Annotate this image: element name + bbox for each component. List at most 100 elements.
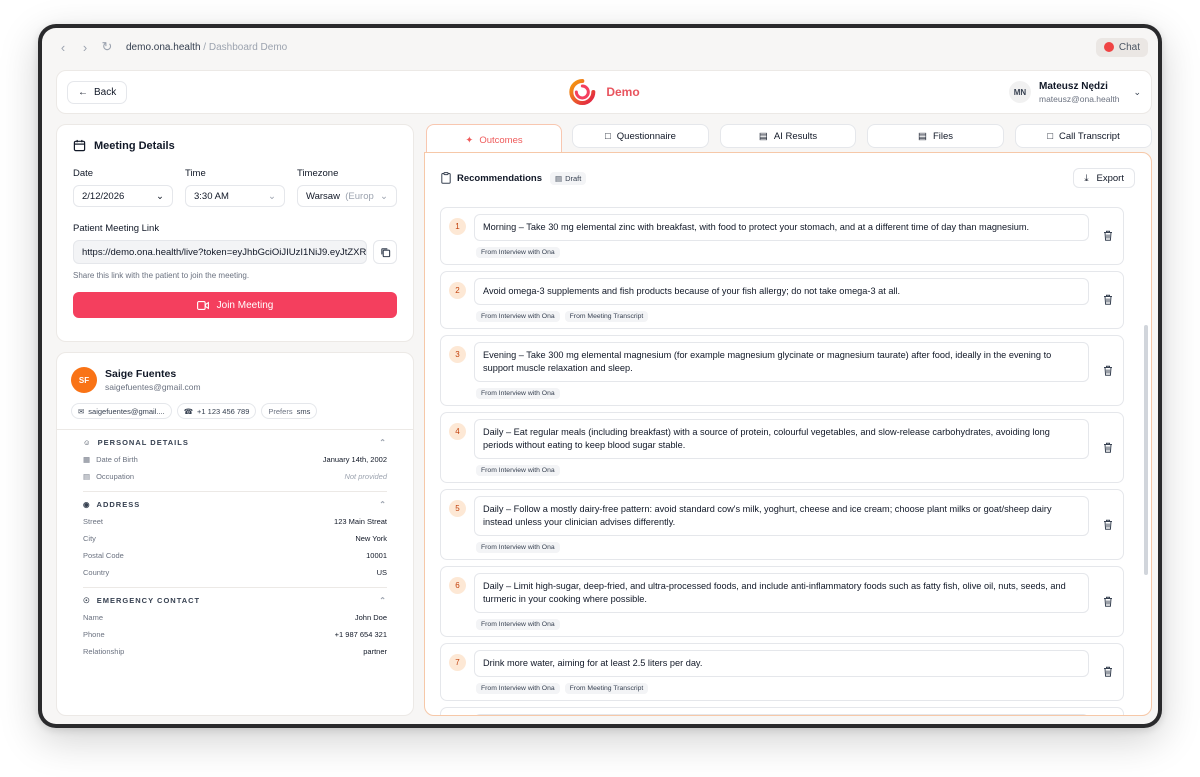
link-hint: Share this link with the patient to join… <box>73 271 250 280</box>
occupation-label: Occupation <box>96 472 135 481</box>
email-chip[interactable]: ✉ saigefuentes@gmail.... <box>71 403 172 419</box>
recommendation-text[interactable]: Avoid omega-3 supplements and fish produ… <box>474 278 1089 305</box>
time-select[interactable]: 3:30 AM ⌄ <box>185 185 285 207</box>
dob-value: January 14th, 2002 <box>322 455 387 464</box>
join-meeting-button[interactable]: Join Meeting <box>73 292 397 318</box>
trash-icon[interactable] <box>1103 294 1113 305</box>
draft-label: Draft <box>565 173 582 183</box>
draft-badge: ▤ Draft <box>550 171 587 185</box>
chevron-down-icon: ⌄ <box>268 190 276 202</box>
user-email: mateusz@ona.health <box>1038 93 1120 104</box>
street-label: Street <box>83 517 104 526</box>
postal-label: Postal Code <box>83 551 124 560</box>
chevron-down-icon: ⌄ <box>156 190 164 202</box>
back-label: Back <box>94 86 117 98</box>
sparkles-icon: ✦ <box>465 134 474 146</box>
recommendation-text[interactable]: Morning – Take 30 mg elemental zinc with… <box>474 214 1089 241</box>
calendar-icon: ▦ <box>83 455 91 464</box>
user-name: Mateusz Nędzi <box>1038 80 1108 92</box>
trash-icon[interactable] <box>1103 442 1113 453</box>
recommendation-item: 1 Morning – Take 30 mg elemental zinc wit… <box>440 207 1124 265</box>
meeting-link-input[interactable]: https://demo.ona.health/live?token=eyJhb… <box>73 240 367 264</box>
date-value: 2/12/2026 <box>82 190 125 202</box>
street-value: 123 Main Streat <box>334 517 387 526</box>
export-button[interactable]: ⤓ Export <box>1073 168 1135 188</box>
source-badge: From Meeting Transcript <box>564 683 649 694</box>
copy-link-button[interactable] <box>373 240 397 264</box>
address-bar[interactable]: demo.ona.health / Dashboard Demo <box>126 42 287 53</box>
recommendation-number: 5 <box>449 500 466 517</box>
meeting-title-text: Meeting Details <box>94 139 175 152</box>
user-icon: ☺ <box>83 438 92 447</box>
emergency-header[interactable]: ☉ EMERGENCY CONTACT ⌃ <box>83 596 387 605</box>
trash-icon[interactable] <box>1103 666 1113 677</box>
phone-chip-text: +1 123 456 789 <box>197 406 250 416</box>
clipboard-icon <box>441 172 451 184</box>
date-picker[interactable]: 2/12/2026 ⌄ <box>73 185 173 207</box>
document-icon: ▤ <box>555 173 563 183</box>
tab-call-transcript[interactable]: □ Call Transcript <box>1015 124 1152 148</box>
recommendation-number: 4 <box>449 423 466 440</box>
recommendation-text[interactable]: Drink more water, aiming for at least 2.… <box>474 650 1089 677</box>
city-label: City <box>83 534 96 543</box>
recommendation-item: 3 Evening – Take 300 mg elemental magnesi… <box>440 335 1124 406</box>
chat-label: Chat <box>1118 41 1140 53</box>
meeting-details-title: Meeting Details <box>73 139 397 152</box>
tab-files[interactable]: ▤ Files <box>867 124 1004 148</box>
personal-details-header[interactable]: ☺ PERSONAL DETAILS ⌃ <box>83 438 387 447</box>
recommendation-text[interactable]: Daily – Follow a mostly dairy-free patte… <box>474 496 1089 536</box>
recommendation-text[interactable]: Daily – Eat regular meals (including bre… <box>474 419 1089 459</box>
recommendation-item: 2 Avoid omega-3 supplements and fish prod… <box>440 271 1124 329</box>
tab-ai-results[interactable]: ▤ AI Results <box>720 124 856 148</box>
address-section: ◉ ADDRESS ⌃ Street 123 Main Streat City New … <box>71 500 399 656</box>
tab-outcomes[interactable]: ✦ Outcomes <box>426 124 562 155</box>
source-badge: From Interview with Ona <box>476 683 560 694</box>
email-chip-text: saigefuentes@gmail.... <box>88 406 165 416</box>
copy-icon <box>380 247 390 257</box>
link-label: Patient Meeting Link <box>73 223 160 234</box>
timezone-value: Warsaw <box>306 190 340 202</box>
recommendation-text[interactable]: Do more exercise on a regular basis. <box>474 714 1089 715</box>
source-badge: From Meeting Transcript <box>564 311 649 322</box>
ec-phone-label: Phone <box>83 630 105 639</box>
recommendation-text[interactable]: Daily – Limit high-sugar, deep-fried, an… <box>474 573 1089 613</box>
ec-relationship-label: Relationship <box>83 647 125 656</box>
dob-label: Date of Birth <box>96 455 138 464</box>
chevron-down-icon: ⌄ <box>380 190 388 202</box>
reload-icon[interactable]: ↻ <box>96 36 118 58</box>
trash-icon[interactable] <box>1103 230 1113 241</box>
trash-icon[interactable] <box>1103 596 1113 607</box>
chat-button[interactable]: Chat <box>1095 37 1148 57</box>
scrollbar-thumb[interactable] <box>1144 325 1148 575</box>
briefcase-icon: ▤ <box>83 472 91 481</box>
browser-window: ‹ › ↻ demo.ona.health / Dashboard Demo C… <box>42 28 1158 724</box>
trash-icon[interactable] <box>1103 365 1113 376</box>
timezone-select[interactable]: Warsaw (Europ ⌄ <box>297 185 397 207</box>
time-label: Time <box>185 168 206 179</box>
personal-title: PERSONAL DETAILS <box>97 438 189 447</box>
trash-icon[interactable] <box>1103 519 1113 530</box>
join-meeting-label: Join Meeting <box>216 299 274 311</box>
ec-relationship-value: partner <box>363 647 387 656</box>
source-badge: From Interview with Ona <box>476 542 560 553</box>
user-menu[interactable]: MN Mateusz Nędzi mateusz@ona.health ⌄ <box>1008 80 1141 104</box>
clipboard-icon: ▤ <box>758 130 768 142</box>
country-value: US <box>376 568 387 577</box>
ec-phone-value: +1 987 654 321 <box>334 630 387 639</box>
phone-chip[interactable]: ☎ +1 123 456 789 <box>176 403 257 419</box>
recommendation-text[interactable]: Evening – Take 300 mg elemental magnesiu… <box>474 342 1089 382</box>
forward-nav-icon[interactable]: › <box>74 36 96 58</box>
url-path: / Dashboard Demo <box>200 41 288 53</box>
url-host: demo.ona.health <box>126 41 201 53</box>
timezone-hint: (Europ <box>345 190 374 202</box>
map-pin-icon: ◉ <box>83 500 91 509</box>
back-nav-icon[interactable]: ‹ <box>52 36 74 58</box>
video-camera-icon <box>196 300 209 310</box>
arrow-left-icon: ← <box>78 86 88 98</box>
address-header[interactable]: ◉ ADDRESS ⌃ <box>83 500 387 509</box>
device-frame: ‹ › ↻ demo.ona.health / Dashboard Demo C… <box>38 24 1162 728</box>
patient-name: Saige Fuentes <box>105 368 177 380</box>
back-button[interactable]: ← Back <box>67 80 128 104</box>
tab-questionnaire[interactable]: □ Questionnaire <box>572 124 709 148</box>
file-icon: ▤ <box>917 130 927 142</box>
